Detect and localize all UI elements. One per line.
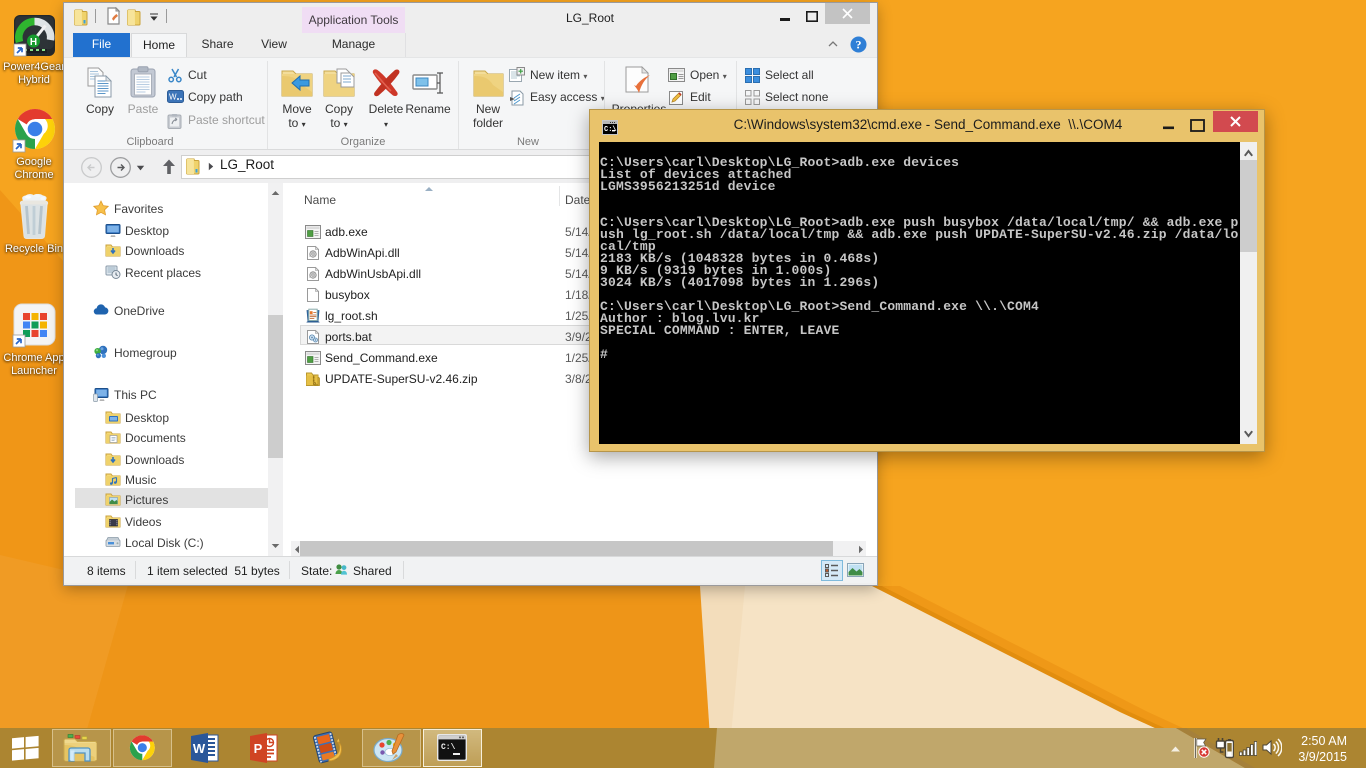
- svg-text:W: W: [169, 93, 177, 102]
- svg-text:C:\: C:\: [441, 743, 456, 752]
- svg-text:?: ?: [856, 38, 862, 52]
- svg-text:P: P: [254, 741, 263, 756]
- svg-text:W: W: [193, 741, 206, 756]
- svg-text:H: H: [29, 37, 36, 48]
